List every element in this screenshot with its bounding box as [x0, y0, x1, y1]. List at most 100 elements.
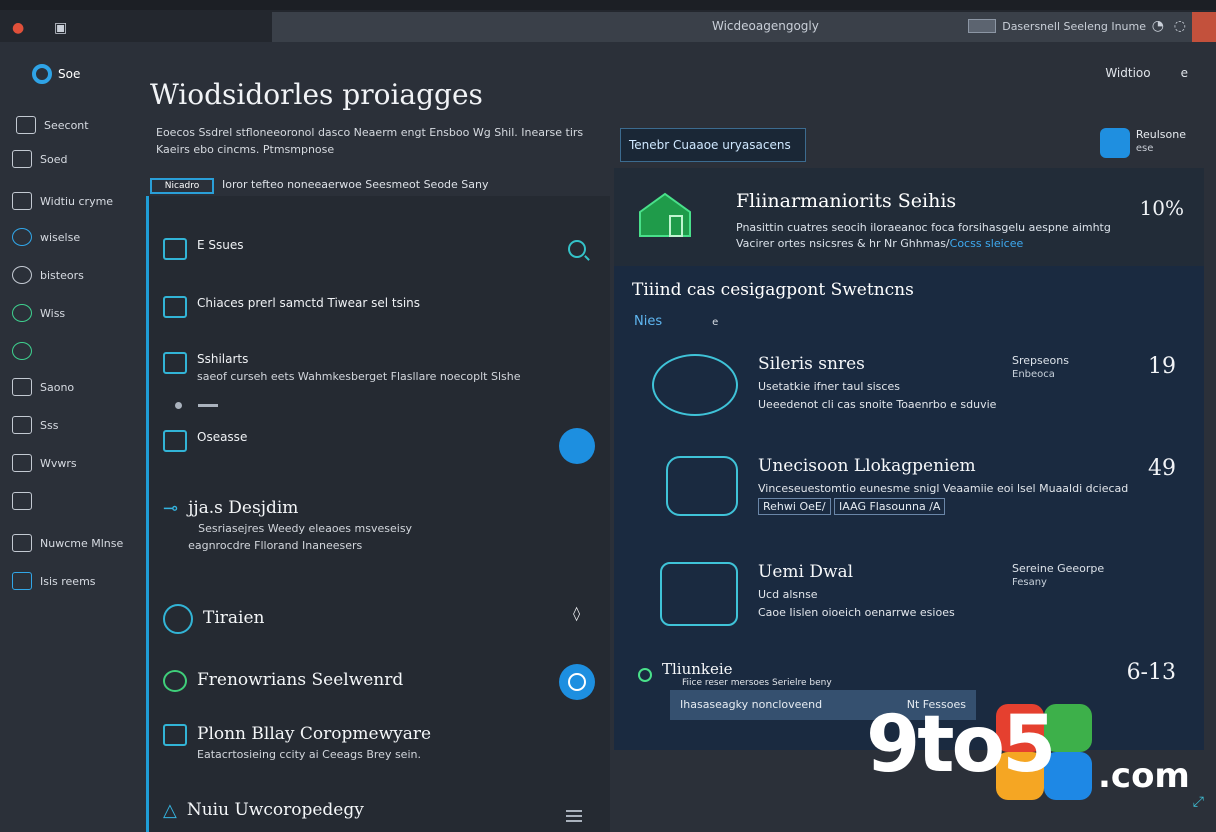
item-count: 6-13: [1126, 660, 1176, 685]
sidebar-item-chart[interactable]: [12, 492, 40, 510]
triangle-icon: △: [163, 800, 177, 821]
preview-thumbnail[interactable]: [968, 19, 997, 33]
list-item-desc: saeof curseh eets Wahmkesberget Flasllar…: [197, 370, 521, 383]
window-extra[interactable]: e: [1181, 66, 1188, 80]
item-title: Tliunkeie: [662, 660, 733, 678]
description-line: Kaeirs ebo cincms. Ptmsmpnose: [156, 143, 335, 156]
tab-button[interactable]: Tenebr Cuaaoe uryasacens: [620, 128, 806, 162]
circle-info-icon: [12, 228, 32, 246]
tag-chip[interactable]: IAAG Flasounna /A: [834, 498, 946, 515]
device-icon: [660, 562, 738, 626]
item-desc: Vinceseuestomtio eunesme snigl Veaamiie …: [758, 482, 1129, 495]
list-item-title: jja.s Desjdim: [188, 498, 299, 518]
tag-chip[interactable]: Rehwi OeE/: [758, 498, 831, 515]
profile-subtitle: ese: [1135, 143, 1154, 154]
list-item[interactable]: Frenowrians Seelwenrd: [163, 670, 403, 692]
profile-card[interactable]: Reulsone ese: [1099, 128, 1186, 158]
tag-caption: Ioror tefteo noneeaerwoe Seesmeot Seode …: [222, 178, 489, 191]
top-right-controls: Widtioo e: [1105, 66, 1188, 80]
list-item[interactable]: E Ssues: [163, 238, 244, 260]
bar-left-label: Ihasaseagky noncloveend: [680, 698, 823, 711]
refresh-fab-button[interactable]: [559, 664, 595, 700]
drive-icon: [666, 456, 738, 516]
item-chips: Rehwi OeE/ IAAG Flasounna /A: [758, 498, 946, 515]
item-side-sub: Enbeoca: [1012, 369, 1055, 380]
window-icon[interactable]: ▣: [54, 20, 67, 36]
item-desc: Serielre beny: [772, 678, 832, 688]
sidebar-item-label: bisteors: [40, 268, 84, 282]
list-item-title: Chiaces prerl samctd Tiwear sel tsins: [197, 296, 421, 310]
sidebar-item-soed[interactable]: Soed: [12, 150, 67, 168]
sidebar-item-bisteors[interactable]: bisteors: [12, 266, 84, 284]
sidebar-item-wiselse[interactable]: wiselse: [12, 228, 80, 246]
gear-icon: [12, 378, 32, 396]
sidebar-item-saono[interactable]: Saono: [12, 378, 74, 396]
list-item[interactable]: ⊸ jja.s Desjdim Sesriasejres Weedy eleao…: [163, 498, 412, 552]
key-icon: ⊸: [163, 498, 179, 519]
list-item-title: Oseasse: [197, 430, 248, 444]
item-side: Srepseons Enbeoca: [1012, 354, 1069, 380]
chat-bubble-icon: [652, 354, 738, 416]
item-count: 49: [1148, 456, 1176, 481]
sidebar-item-chat[interactable]: [12, 342, 40, 360]
sidebar-item-seecont[interactable]: Seecont: [16, 116, 89, 134]
status-icon: [638, 668, 652, 682]
top-strip: [0, 0, 1216, 10]
item-count: 19: [1148, 354, 1176, 379]
tag-button[interactable]: Nicadro: [150, 178, 214, 194]
title-bar: ● ▣ Wicdeoagengogly Dasersnell Seeleng I…: [0, 0, 1216, 42]
list-item[interactable]: Uemi Dwal Ucd alsnse Caoe Iislen oioeich…: [638, 562, 1198, 632]
expand-icon[interactable]: ⤢: [1193, 794, 1204, 810]
item-side: Sereine Geeorpe Fesany: [1012, 562, 1104, 588]
item-desc: Ueeedenot cli cas snoite Toaenrbo e sduv…: [758, 398, 997, 411]
list-item-desc: Eatacrtosieing ccity ai Ceeags Brey sein…: [197, 748, 421, 761]
pager-dots[interactable]: [175, 402, 218, 409]
list-item[interactable]: Tiraien: [163, 604, 264, 634]
minimize-icon[interactable]: ◔: [1152, 18, 1164, 34]
right-panel-header: Fliinarmaniorits Seihis Pnasittin cuatre…: [614, 168, 1204, 266]
sidebar-item-label: Wiss: [40, 306, 66, 320]
filter-label: Nies: [634, 314, 663, 329]
sidebar-item-isis[interactable]: Isis reems: [12, 572, 96, 590]
list-item[interactable]: Plonn Bllay Coropmewyare Eatacrtosieing …: [163, 724, 431, 761]
description-line: Eoecos Ssdrel stfloneeoronol dasco Neaer…: [156, 126, 584, 139]
restore-icon[interactable]: ◌: [1174, 18, 1186, 34]
sidebar-item-wiss[interactable]: Wiss: [12, 304, 65, 322]
menu-icon[interactable]: [566, 810, 582, 822]
filter-row[interactable]: Nies e: [634, 314, 718, 329]
sidebar-item-label: Nuwcme Mlnse: [40, 536, 124, 550]
globe-icon: [12, 304, 32, 322]
flag-icon[interactable]: ◊: [573, 606, 580, 622]
list-item[interactable]: △ Nuiu Uwcoropedegy: [163, 800, 364, 821]
sidebar-item-nuwcme[interactable]: Nuwcme Mlnse: [12, 534, 123, 552]
add-fab-button[interactable]: [559, 428, 595, 464]
terminal-icon: [12, 454, 32, 472]
window-label[interactable]: Widtioo: [1105, 66, 1150, 80]
sidebar-item-widtiu[interactable]: Widtiu cryme: [12, 192, 113, 210]
item-title: Uemi Dwal: [758, 562, 854, 582]
list-item[interactable]: Sileris snres Usetatkie ifner taul sisce…: [638, 354, 1198, 424]
description-link[interactable]: Cocss sleicee: [950, 237, 1024, 250]
sidebar-item-wvwrs[interactable]: Wvwrs: [12, 454, 77, 472]
clock-icon: [163, 604, 193, 634]
sidebar-item-label: wiselse: [40, 230, 81, 244]
sidebar-logo[interactable]: Soe: [32, 64, 80, 84]
item-side-label: Srepseons: [1012, 354, 1069, 367]
close-button[interactable]: [1192, 12, 1216, 42]
item-title: Sileris snres: [758, 354, 865, 374]
sidebar-item-label: Sss: [40, 418, 59, 432]
list-item[interactable]: Chiaces prerl samctd Tiwear sel tsins: [163, 296, 420, 318]
list-item[interactable]: Unecisoon Llokagpeniem Vinceseuestomtio …: [638, 456, 1198, 526]
list-item[interactable]: Tliunkeie Fiice reser mersoes Serielre b…: [638, 660, 1198, 690]
right-panel: Fliinarmaniorits Seihis Pnasittin cuatre…: [614, 168, 1204, 750]
logo-icon: [32, 64, 52, 84]
sidebar-item-sss[interactable]: Sss: [12, 416, 58, 434]
chart-icon: [163, 352, 187, 374]
item-desc-row: Fiice reser mersoes Serielre beny: [682, 678, 832, 688]
list-item[interactable]: Sshilarts saeof curseh eets Wahmkesberge…: [163, 352, 521, 383]
search-icon[interactable]: [568, 240, 586, 258]
sidebar-item-label: Seecont: [44, 118, 89, 132]
list-item-desc: Sesriasejres Weedy eleaoes msveseisy: [198, 522, 413, 535]
list-item[interactable]: Oseasse: [163, 430, 247, 452]
sidebar-item-label: Wvwrs: [40, 456, 77, 470]
